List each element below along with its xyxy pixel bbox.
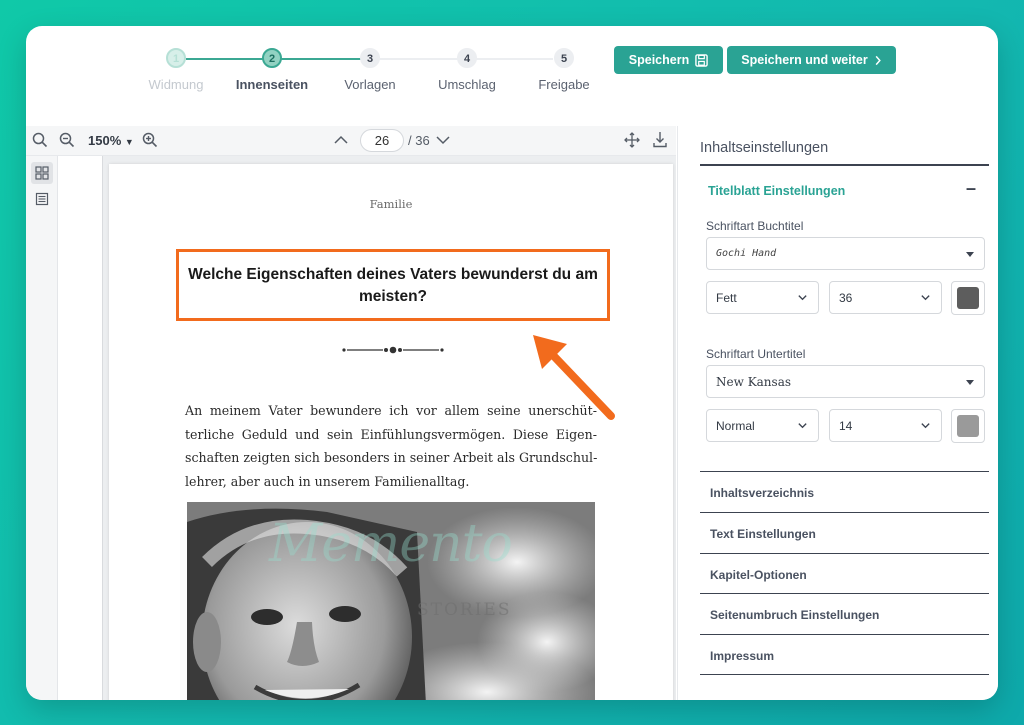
step-innenseiten[interactable]: 2 Innenseiten bbox=[227, 48, 317, 92]
section-divider bbox=[700, 593, 989, 594]
download-icon[interactable] bbox=[652, 131, 668, 148]
titelblatt-section-header[interactable]: Titelblatt Einstellungen bbox=[708, 184, 845, 198]
section-divider bbox=[700, 553, 989, 554]
section-divider bbox=[700, 471, 989, 472]
title-font-select[interactable]: Gochi Hand bbox=[706, 237, 985, 270]
zoom-in-icon[interactable] bbox=[142, 132, 158, 148]
page-number-input[interactable]: 26 bbox=[360, 129, 404, 152]
step-number: 1 bbox=[166, 48, 186, 68]
caret-down-icon bbox=[966, 380, 974, 385]
book-page: Familie Welche Eigenschaften deines Vate… bbox=[109, 164, 673, 700]
floppy-disk-icon bbox=[695, 53, 708, 67]
step-umschlag[interactable]: 4 Umschlag bbox=[422, 48, 512, 92]
outline-view-button[interactable] bbox=[31, 188, 53, 210]
previous-page-icon[interactable] bbox=[333, 134, 349, 146]
step-freigabe[interactable]: 5 Freigabe bbox=[519, 48, 609, 92]
step-number: 5 bbox=[554, 48, 574, 68]
editor-window: 1 Widmung 2 Innenseiten 3 Vorlagen 4 Ums… bbox=[26, 26, 998, 700]
accordion-seitenumbruch[interactable]: Seitenumbruch Einstellungen bbox=[710, 608, 879, 622]
grid-icon bbox=[35, 166, 49, 180]
accordion-inhaltsverzeichnis[interactable]: Inhaltsverzeichnis bbox=[710, 486, 814, 500]
chevron-down-icon bbox=[798, 423, 807, 429]
paragraph-line: schaften zeigten sich besonders in seine… bbox=[185, 450, 598, 465]
title-color-swatch bbox=[957, 287, 979, 309]
step-label: Widmung bbox=[148, 77, 204, 92]
step-number: 4 bbox=[457, 48, 477, 68]
chevron-down-icon bbox=[798, 295, 807, 301]
chevron-right-icon bbox=[875, 55, 881, 65]
thumbnail-view-button[interactable] bbox=[31, 162, 53, 184]
subtitle-font-label: Schriftart Untertitel bbox=[706, 347, 806, 361]
chevron-down-icon bbox=[921, 423, 930, 429]
watermark-logo: Memento bbox=[269, 514, 513, 574]
zoom-out-icon[interactable] bbox=[59, 132, 75, 148]
step-widmung[interactable]: 1 Widmung bbox=[131, 48, 221, 92]
save-button[interactable]: Speichern bbox=[614, 46, 723, 74]
caret-down-icon: ▼ bbox=[124, 137, 134, 147]
pointer-arrow-icon bbox=[528, 330, 618, 423]
step-vorlagen[interactable]: 3 Vorlagen bbox=[325, 48, 415, 92]
title-size-select[interactable]: 36 bbox=[829, 281, 942, 314]
title-weight-value: Fett bbox=[716, 290, 737, 305]
father-photo: Memento STORIES bbox=[187, 502, 595, 700]
subtitle-font-value: New Kansas bbox=[716, 374, 792, 389]
step-label: Vorlagen bbox=[344, 77, 396, 92]
move-icon[interactable] bbox=[624, 132, 640, 148]
collapse-toggle[interactable]: – bbox=[966, 178, 976, 199]
subtitle-weight-select[interactable]: Normal bbox=[706, 409, 819, 442]
paragraph-line: lehrer, aber auch in unserem Familienall… bbox=[185, 473, 470, 489]
chevron-down-icon bbox=[921, 295, 930, 301]
step-number: 3 bbox=[360, 48, 380, 68]
viewer-sidebar bbox=[26, 156, 58, 700]
step-number: 2 bbox=[262, 48, 282, 68]
watermark-subtitle: STORIES bbox=[417, 600, 512, 620]
panel-title: Inhaltseinstellungen bbox=[700, 140, 829, 156]
viewer-toolbar: 150% ▼ 26 / 36 bbox=[26, 126, 676, 156]
section-divider bbox=[700, 512, 989, 513]
document-list-icon bbox=[35, 192, 49, 206]
page-header: Familie bbox=[369, 197, 413, 211]
title-font-label: Schriftart Buchtitel bbox=[706, 219, 804, 233]
accordion-kapitel-optionen[interactable]: Kapitel-Optionen bbox=[710, 568, 807, 582]
subtitle-color-picker[interactable] bbox=[951, 409, 985, 443]
highlighted-title-box[interactable]: Welche Eigenschaften deines Vaters bewun… bbox=[176, 249, 610, 321]
section-divider bbox=[700, 634, 989, 635]
accordion-impressum[interactable]: Impressum bbox=[710, 649, 774, 663]
divider-ornament bbox=[342, 346, 444, 354]
subtitle-color-swatch bbox=[957, 415, 979, 437]
save-and-continue-button[interactable]: Speichern und weiter bbox=[727, 46, 896, 74]
title-font-value: Gochi Hand bbox=[716, 248, 777, 259]
document-viewer[interactable]: Familie Welche Eigenschaften deines Vate… bbox=[59, 156, 676, 700]
subtitle-size-value: 14 bbox=[839, 418, 853, 433]
caret-down-icon bbox=[966, 252, 974, 257]
subtitle-font-select[interactable]: New Kansas bbox=[706, 365, 985, 398]
step-label: Innenseiten bbox=[235, 77, 309, 92]
progress-stepper: 1 Widmung 2 Innenseiten 3 Vorlagen 4 Ums… bbox=[26, 26, 998, 126]
previous-page-edge bbox=[59, 156, 103, 700]
zoom-level-select[interactable]: 150% ▼ bbox=[88, 133, 134, 148]
subtitle-size-select[interactable]: 14 bbox=[829, 409, 942, 442]
zoom-level: 150% bbox=[88, 133, 122, 148]
panel-title-divider bbox=[700, 164, 989, 166]
step-label: Umschlag bbox=[438, 77, 496, 92]
step-label: Freigabe bbox=[538, 77, 590, 92]
page-total: / 36 bbox=[408, 133, 430, 148]
save-continue-label: Speichern und weiter bbox=[741, 53, 868, 67]
question-title: Welche Eigenschaften deines Vaters bewun… bbox=[188, 266, 598, 305]
save-button-label: Speichern bbox=[628, 53, 690, 67]
title-weight-select[interactable]: Fett bbox=[706, 281, 819, 314]
search-icon[interactable] bbox=[32, 132, 48, 148]
next-page-icon[interactable] bbox=[435, 134, 451, 146]
title-color-picker[interactable] bbox=[951, 281, 985, 315]
settings-panel: Inhaltseinstellungen Titelblatt Einstell… bbox=[677, 126, 998, 700]
accordion-text-einstellungen[interactable]: Text Einstellungen bbox=[710, 527, 816, 541]
section-divider bbox=[700, 674, 989, 675]
title-size-value: 36 bbox=[839, 290, 853, 305]
subtitle-weight-value: Normal bbox=[716, 418, 755, 433]
